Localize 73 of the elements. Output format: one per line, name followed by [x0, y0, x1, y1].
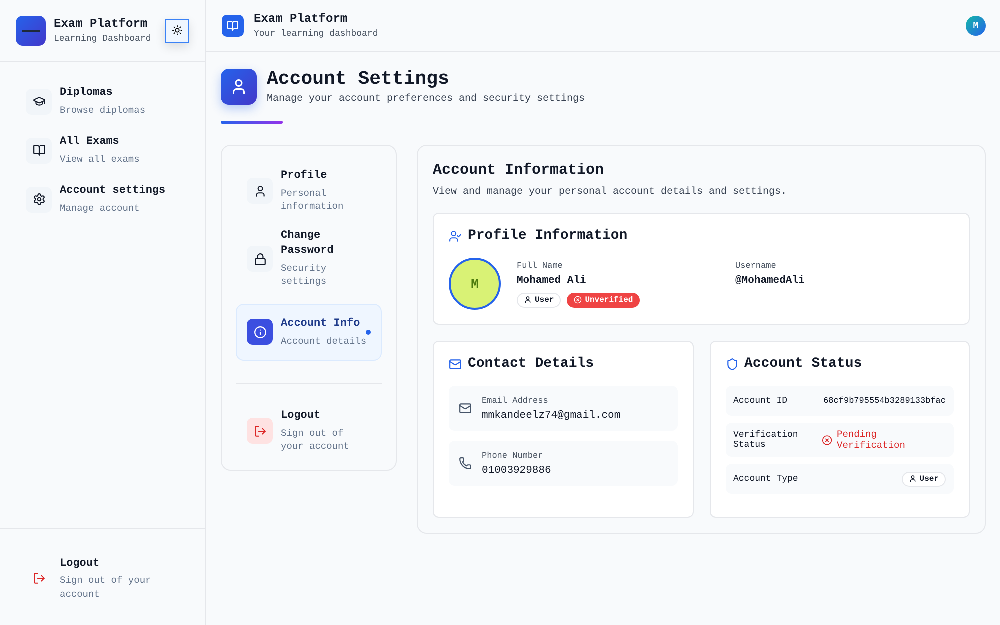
shield-icon [726, 358, 738, 370]
brand-title: Exam Platform [54, 17, 149, 31]
field-label: Full Name [517, 260, 564, 270]
menu-label: Account Info [281, 316, 362, 332]
sidebar-item[interactable]: Diplomas Browse diplomas [24, 84, 181, 120]
nav-description: Manage account [60, 202, 141, 216]
nav-description: View all exams [60, 152, 140, 166]
logout-description: Sign out of your account [60, 574, 152, 601]
menu-icon [254, 326, 266, 339]
profile-avatar: M [449, 258, 501, 310]
verification-status-value: Pending Verification [837, 429, 906, 451]
field-label: Username [736, 260, 778, 270]
field-value: mmkandeelz74@gmail.com [482, 410, 621, 422]
logout-description: Sign out of your account [281, 426, 350, 454]
app-title: Exam Platform [254, 12, 349, 26]
book-icon [222, 14, 244, 36]
menu-label: Change Password [281, 229, 335, 260]
field-value: 01003929886 [482, 464, 552, 476]
logout-link[interactable]: Logout Sign out of your account [236, 408, 382, 454]
card-title: Contact Details [468, 356, 594, 372]
nav-description: Browse diplomas [60, 104, 146, 118]
field-value: @MohamedAli [736, 274, 806, 286]
sun-icon [172, 25, 182, 36]
field-label: Phone Number [482, 450, 544, 460]
card-title: Account Status [744, 356, 862, 372]
field-icon [459, 457, 472, 470]
menu-description: Account details [281, 334, 367, 348]
logout-label: Logout [281, 408, 322, 424]
account-id-value: 68cf9b795554b3289133bfac [824, 396, 946, 406]
nav-label: Diplomas [60, 86, 114, 101]
user-icon [221, 68, 257, 104]
field-value: Mohamed Ali [517, 274, 588, 286]
page-title: Account Settings [267, 68, 450, 90]
status-label: Account Type [734, 474, 800, 484]
sidebar-item[interactable]: Account settings Manage account [24, 182, 181, 218]
section-subtitle: View and manage your personal account details and settings. [433, 187, 788, 198]
user-check-icon [449, 230, 462, 242]
role-badge: User [517, 292, 562, 308]
nav-icon [32, 95, 46, 108]
page-subtitle: Manage your account preferences and security settings [267, 94, 586, 105]
settings-menu-item[interactable]: Profile Personal information [236, 168, 382, 214]
menu-description: Personal information [281, 186, 345, 214]
verification-badge: Unverified [567, 292, 640, 308]
settings-menu-item[interactable]: Change Password Security settings [236, 228, 382, 290]
section-title: Account Information [433, 162, 606, 179]
status-label: Verification Status [734, 430, 800, 450]
logout-link[interactable]: Logout Sign out of your account [24, 554, 181, 603]
mail-icon [449, 358, 462, 370]
role-badge: User [902, 472, 946, 486]
nav-label: Account settings [60, 184, 166, 200]
menu-description: Security settings [281, 262, 328, 289]
nav-label: All Exams [60, 135, 120, 150]
error-icon [822, 434, 832, 446]
logout-icon [32, 572, 46, 586]
active-dot [366, 330, 371, 336]
card-title: Profile Information [468, 228, 628, 244]
settings-menu-item[interactable]: Account Info Account details [236, 304, 382, 361]
app-subtitle: Your learning dashboard [254, 29, 380, 39]
field-icon [459, 402, 472, 415]
brand-subtitle: Learning Dashboard [54, 34, 152, 44]
menu-icon [254, 184, 266, 198]
nav-icon [32, 144, 46, 158]
field-label: Email Address [482, 396, 550, 406]
menu-label: Profile [281, 169, 328, 184]
sidebar-item[interactable]: All Exams View all exams [24, 133, 181, 168]
theme-toggle-button[interactable] [165, 18, 189, 42]
status-label: Account ID [734, 396, 789, 406]
logout-label: Logout [60, 556, 101, 572]
menu-icon [254, 252, 266, 266]
user-avatar[interactable]: M [966, 16, 986, 36]
logo-icon [16, 16, 46, 46]
logout-icon [254, 424, 266, 438]
nav-icon [32, 193, 46, 206]
